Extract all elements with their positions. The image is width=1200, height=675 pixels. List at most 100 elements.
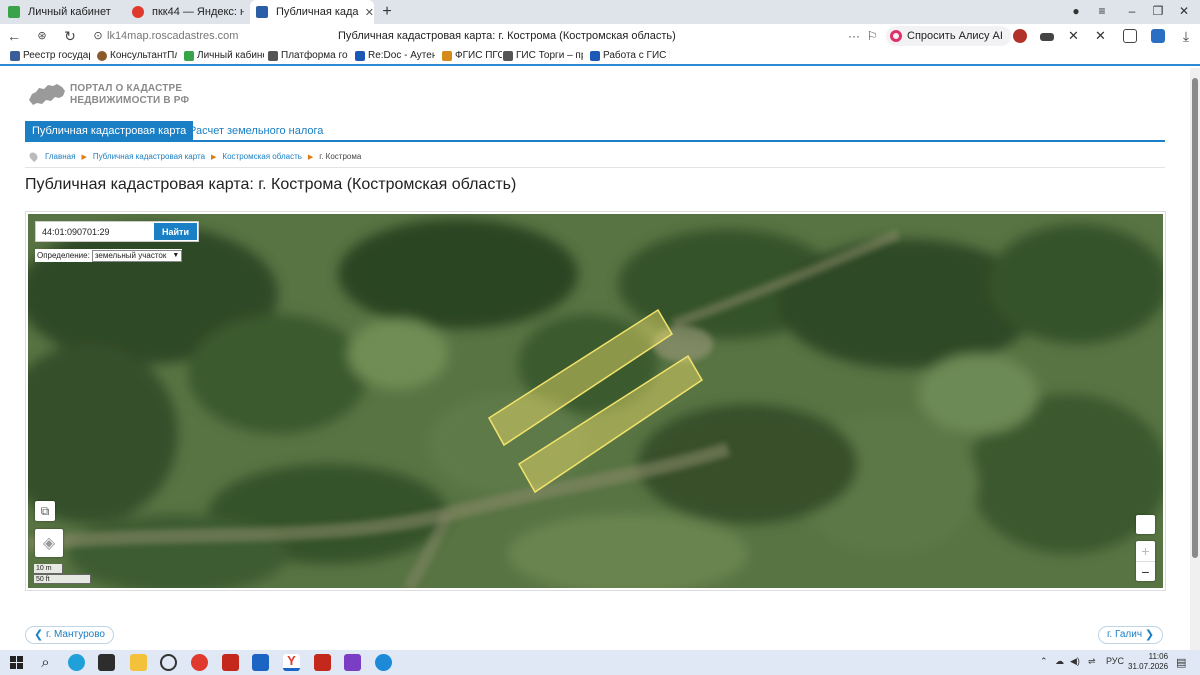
- definition-value: земельный участок: [94, 251, 167, 260]
- page-scrollbar[interactable]: [1190, 68, 1200, 650]
- tab-personal-cabinet[interactable]: Личный кабинет: [8, 0, 126, 24]
- profile-icon[interactable]: ●: [1068, 4, 1084, 18]
- zoom-in-button[interactable]: +: [1136, 541, 1155, 561]
- more-icon[interactable]: ···: [846, 28, 862, 44]
- extension-icon[interactable]: [1013, 29, 1027, 43]
- network-icon[interactable]: ⇌: [1088, 656, 1096, 667]
- outlook-icon[interactable]: [252, 654, 269, 671]
- menu-icon[interactable]: ≡: [1094, 4, 1110, 18]
- bookmark-label: ФГИС ПГС: [455, 50, 502, 61]
- find-button[interactable]: Найти: [154, 223, 197, 240]
- map-scale: 10 m 50 ft: [33, 564, 91, 584]
- page-heading: Публичная кадастровая карта: г. Кострома…: [25, 176, 517, 193]
- rosreestr-icon: [256, 6, 268, 18]
- definition-select[interactable]: земельный участок ▼: [91, 249, 183, 262]
- bookmark-item[interactable]: Реестр государст: [10, 50, 90, 61]
- new-tab-button[interactable]: +: [378, 3, 396, 21]
- close-icon[interactable]: ✕: [365, 6, 374, 19]
- bookmark-favicon-icon: [590, 50, 600, 61]
- russia-map-logo[interactable]: [27, 82, 67, 108]
- fullscreen-icon: ⧉: [40, 503, 50, 518]
- definition-row: Определение: земельный участок ▼: [35, 249, 183, 262]
- pdf-icon[interactable]: [222, 654, 239, 671]
- language-indicator[interactable]: РУС: [1106, 656, 1124, 666]
- windows-start-icon[interactable]: [8, 654, 25, 671]
- restore-icon[interactable]: ❐: [1150, 4, 1166, 18]
- notifications-icon[interactable]: ▤: [1176, 656, 1186, 669]
- extension-icon[interactable]: [1123, 29, 1137, 43]
- reload-icon[interactable]: ↻: [62, 28, 78, 44]
- edge-icon[interactable]: [68, 654, 85, 671]
- breadcrumb-current: г. Кострома: [319, 152, 362, 161]
- extension-icon[interactable]: [1151, 29, 1165, 43]
- url-field[interactable]: lk14map.roscadastres.com: [107, 30, 238, 42]
- scrollbar-thumb[interactable]: [1192, 78, 1198, 558]
- breadcrumb-link[interactable]: Публичная кадастровая карта: [93, 152, 205, 161]
- system-clock[interactable]: 11:06 31.07.2026: [1128, 652, 1168, 672]
- tab-cadastral-map[interactable]: Публичная кадастров ✕: [250, 0, 374, 24]
- extension-icon[interactable]: ✕: [1095, 29, 1109, 43]
- tray-chevron-icon[interactable]: ⌃: [1040, 656, 1048, 667]
- extension-icon[interactable]: ✕: [1068, 29, 1082, 43]
- zoom-out-button[interactable]: −: [1136, 561, 1155, 581]
- bookmark-item[interactable]: Личный кабинет: [184, 50, 264, 61]
- layers-button[interactable]: ◈: [35, 529, 63, 557]
- yandex-icon: [132, 6, 144, 18]
- zoom-control: + −: [1136, 541, 1155, 581]
- yandex-browser-icon[interactable]: Y: [283, 654, 300, 671]
- volume-icon[interactable]: ◀): [1070, 656, 1080, 667]
- breadcrumb-link[interactable]: Костромская область: [222, 152, 301, 161]
- chevron-right-icon: ❯: [1144, 629, 1155, 641]
- tab-yandex-search[interactable]: пкк44 — Яндекс: нашлось: [132, 0, 244, 24]
- cadastral-map[interactable]: Найти Определение: земельный участок ▼ ⧉…: [28, 214, 1163, 588]
- windows-taskbar: ⌕ Y ⌃ ☁ ◀) ⇌ РУС 11:06 31.07.2026 ▤: [0, 650, 1200, 675]
- bookmark-label: КонсультантПлю: [110, 50, 177, 61]
- page-title-bar: Публичная кадастровая карта: г. Кострома…: [338, 30, 676, 42]
- bookmark-item[interactable]: ГИС Торги – прод: [503, 50, 583, 61]
- next-city-link[interactable]: г. Галич ❯: [1098, 626, 1164, 644]
- task-view-icon[interactable]: [98, 654, 115, 671]
- bookmark-item[interactable]: КонсультантПлю: [97, 50, 177, 61]
- logo-line: НЕДВИЖИМОСТИ В РФ: [70, 95, 190, 106]
- address-bar: ← ⊛ ↻ ⊙ lk14map.roscadastres.com Публичн…: [0, 24, 1200, 48]
- tab-land-tax[interactable]: Расчет земельного налога: [189, 121, 323, 142]
- back-arrow-icon[interactable]: ←: [6, 28, 22, 44]
- shield-icon[interactable]: ⊛: [34, 28, 50, 44]
- extension-icon[interactable]: [1040, 33, 1054, 41]
- breadcrumb-link[interactable]: Главная: [45, 152, 75, 161]
- bookmark-item[interactable]: ФГИС ПГС: [442, 50, 502, 61]
- pdf-icon[interactable]: [314, 654, 331, 671]
- fullscreen-button[interactable]: ⧉: [35, 501, 55, 521]
- messenger-icon[interactable]: [375, 654, 392, 671]
- tab-label: пкк44 — Яндекс: нашлось: [152, 6, 244, 18]
- screenshot-tool-icon[interactable]: [344, 654, 361, 671]
- bookmark-label: ГИС Торги – прод: [516, 50, 583, 61]
- file-explorer-icon[interactable]: [130, 654, 147, 671]
- bookmark-item[interactable]: Работа с ГИС ГМ: [590, 50, 670, 61]
- yandex-icon[interactable]: [191, 654, 208, 671]
- bookmark-icon[interactable]: ⚐: [864, 28, 880, 44]
- bookmark-item[interactable]: Платформа госуд: [268, 50, 348, 61]
- window-close-icon[interactable]: ✕: [1176, 4, 1192, 18]
- bookmark-item[interactable]: Re:Doc - Аутенти: [355, 50, 435, 61]
- map-control-button[interactable]: [1136, 515, 1155, 534]
- ask-alice-button[interactable]: Спросить Алису AI: [886, 26, 1011, 46]
- search-icon[interactable]: ⌕: [37, 654, 54, 671]
- chevron-right-icon: ▶: [211, 153, 217, 161]
- site-logo-text[interactable]: ПОРТАЛ О КАДАСТРЕ НЕДВИЖИМОСТИ В РФ: [70, 83, 189, 107]
- cadastral-number-input[interactable]: [38, 224, 152, 239]
- tab-cadastral-map-nav[interactable]: Публичная кадастровая карта: [25, 121, 194, 142]
- download-icon[interactable]: ⤓: [1178, 28, 1194, 44]
- cadastral-search-box: Найти: [35, 221, 199, 242]
- bookmark-favicon-icon: [184, 50, 194, 61]
- minimize-icon[interactable]: –: [1124, 4, 1140, 18]
- gosuslugi-icon: [8, 6, 20, 18]
- cloud-icon[interactable]: ☁: [1055, 656, 1064, 667]
- c-app-icon[interactable]: [160, 654, 177, 671]
- bookmark-label: Работа с ГИС ГМ: [603, 50, 670, 61]
- prev-city-link[interactable]: ❮ г. Мантурово: [25, 626, 114, 644]
- bookmark-label: Личный кабинет: [197, 50, 264, 61]
- bookmark-label: Re:Doc - Аутенти: [368, 50, 435, 61]
- definition-label: Определение:: [37, 251, 90, 260]
- alice-icon: [890, 30, 902, 42]
